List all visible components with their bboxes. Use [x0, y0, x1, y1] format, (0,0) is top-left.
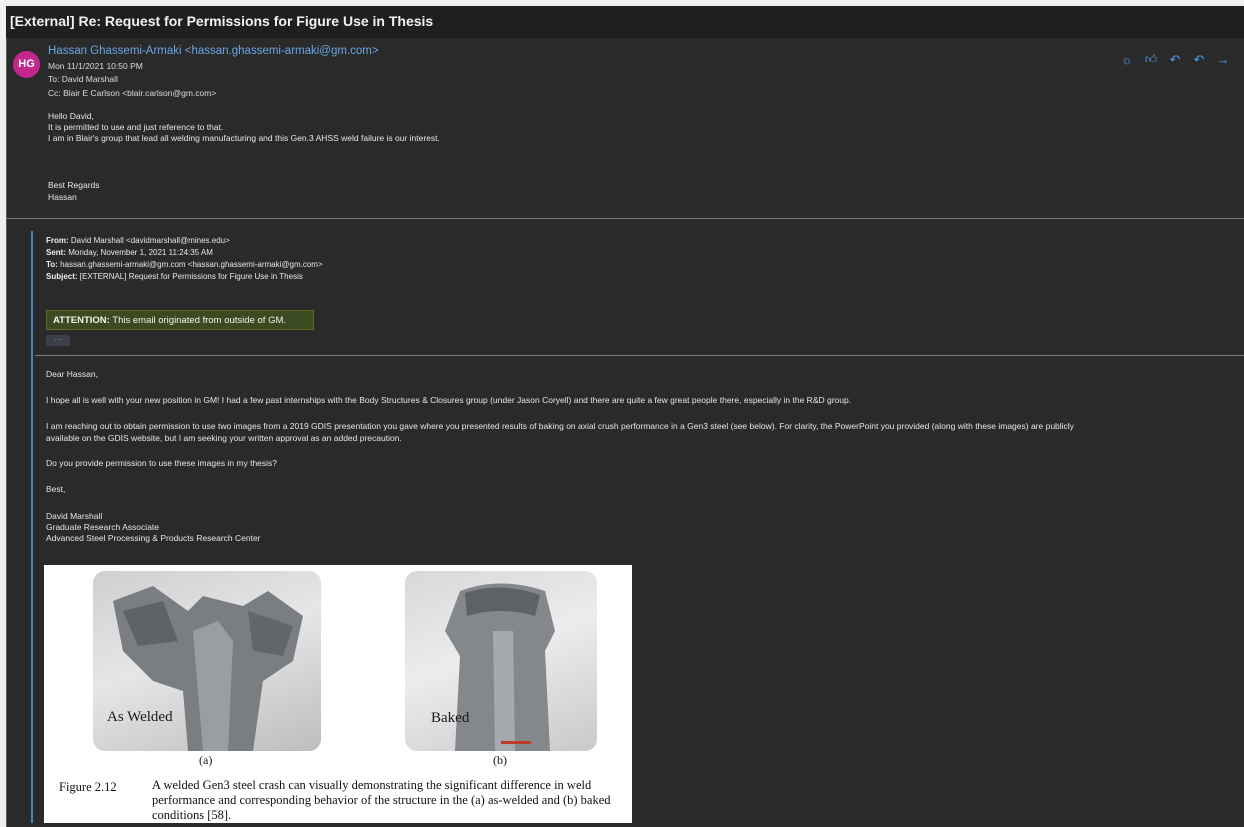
avatar[interactable]: HG [13, 51, 40, 78]
message-actions: ☼ 👍︎ ↶ ↶ → [1120, 52, 1230, 68]
subfigure-b-label: (b) [493, 753, 507, 767]
email-window: [External] Re: Request for Permissions f… [6, 6, 1244, 827]
baked-label: Baked [431, 710, 470, 726]
quoted-paragraph: I hope all is well with your new positio… [46, 395, 852, 405]
body-line: It is permitted to use and just referenc… [48, 122, 224, 132]
figure-number: Figure 2.12 [59, 780, 117, 794]
signature-line: David Marshall [46, 511, 103, 521]
body-line: I am in Blair's group that lead all weld… [48, 133, 440, 143]
like-icon[interactable]: 👍︎ [1144, 52, 1158, 68]
embedded-figure: As Welded Baked (a) (b) Figure 2.12 A we… [44, 565, 632, 823]
reply-icon[interactable]: ↶ [1168, 52, 1182, 68]
subfigure-a-label: (a) [199, 753, 213, 767]
forward-icon[interactable]: → [1216, 52, 1230, 68]
quote-bar [31, 231, 33, 823]
quoted-from: From: David Marshall <davidmarshall@mine… [46, 236, 230, 245]
signoff-name: Hassan [48, 192, 77, 202]
sent-date: Mon 11/1/2021 10:50 PM [48, 61, 143, 71]
signature-line: Advanced Steel Processing & Products Res… [46, 533, 261, 543]
quoted-sent: Sent: Monday, November 1, 2021 11:24:35 … [46, 248, 213, 257]
quoted-paragraph: I am reaching out to obtain permission t… [46, 421, 1074, 431]
quoted-greeting: Dear Hassan, [46, 369, 98, 379]
reply-all-icon[interactable]: ↶ [1192, 52, 1206, 68]
as-welded-label: As Welded [107, 709, 173, 725]
external-warning-banner: ATTENTION: This email originated from ou… [46, 310, 314, 330]
divider [6, 218, 1244, 219]
quoted-to: To: hassan.ghassemi-armaki@gm.com <hassa… [46, 260, 323, 269]
divider [35, 355, 1244, 356]
baked-photo: Baked [405, 571, 597, 751]
to-recipients: To: David Marshall [48, 74, 118, 84]
sun-icon[interactable]: ☼ [1120, 52, 1134, 68]
signoff-line: Best Regards [48, 180, 100, 190]
left-border [6, 38, 7, 827]
show-more-button[interactable]: ··· [46, 335, 70, 346]
as-welded-photo: As Welded [93, 571, 321, 751]
sender-name[interactable]: Hassan Ghassemi-Armaki <hassan.ghassemi-… [48, 45, 379, 57]
quoted-paragraph: Do you provide permission to use these i… [46, 458, 278, 468]
quoted-paragraph: available on the GDIS website, but I am … [46, 433, 402, 443]
signature-line: Graduate Research Associate [46, 522, 159, 532]
quoted-subject: Subject: [EXTERNAL] Request for Permissi… [46, 272, 303, 281]
figure-caption: A welded Gen3 steel crash can visually d… [152, 778, 611, 822]
quoted-closing: Best, [46, 484, 66, 494]
body-line: Hello David, [48, 111, 94, 121]
title-bar: [External] Re: Request for Permissions f… [6, 6, 1244, 38]
cc-recipients: Cc: Blair E Carlson <blair.carlson@gm.co… [48, 88, 217, 98]
email-subject-title: [External] Re: Request for Permissions f… [10, 13, 434, 29]
